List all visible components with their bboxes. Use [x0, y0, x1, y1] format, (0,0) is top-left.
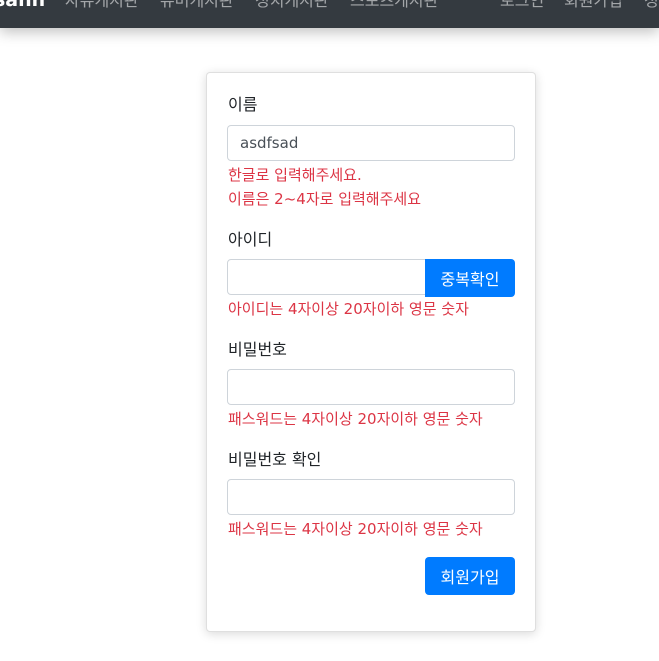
top-navbar: sanh 자유게시판 유머게시판 정치게시판 스포츠게시판 로그인 회원가입 정	[0, 0, 659, 28]
password-confirm-label: 비밀번호 확인	[228, 450, 322, 469]
nav-link-humor-board[interactable]: 유머게시판	[160, 0, 234, 11]
userid-input[interactable]	[227, 259, 427, 295]
name-error-length: 이름은 2~4자로 입력해주세요	[228, 190, 421, 208]
password-input[interactable]	[227, 369, 515, 405]
nav-link-sports-board[interactable]: 스포츠게시판	[350, 0, 438, 11]
duplicate-check-button[interactable]: 중복확인	[425, 259, 515, 297]
nav-link-cut-off[interactable]: 정	[644, 0, 659, 11]
nav-link-login[interactable]: 로그인	[500, 0, 544, 11]
password-confirm-input[interactable]	[227, 479, 515, 515]
name-label: 이름	[228, 95, 258, 114]
signup-submit-button[interactable]: 회원가입	[425, 557, 515, 595]
password-label: 비밀번호	[228, 340, 287, 359]
name-error-korean: 한글로 입력해주세요.	[228, 166, 362, 184]
password-confirm-error: 패스워드는 4자이상 20자이하 영문 숫자	[228, 520, 483, 538]
brand-link[interactable]: sanh	[0, 0, 45, 10]
name-input[interactable]	[227, 125, 515, 161]
userid-error: 아이디는 4자이상 20자이하 영문 숫자	[228, 300, 469, 318]
password-error: 패스워드는 4자이상 20자이하 영문 숫자	[228, 410, 483, 428]
userid-label: 아이디	[228, 230, 273, 249]
nav-link-free-board[interactable]: 자유게시판	[65, 0, 139, 11]
nav-link-signup[interactable]: 회원가입	[564, 0, 623, 11]
nav-link-politics-board[interactable]: 정치게시판	[255, 0, 329, 11]
